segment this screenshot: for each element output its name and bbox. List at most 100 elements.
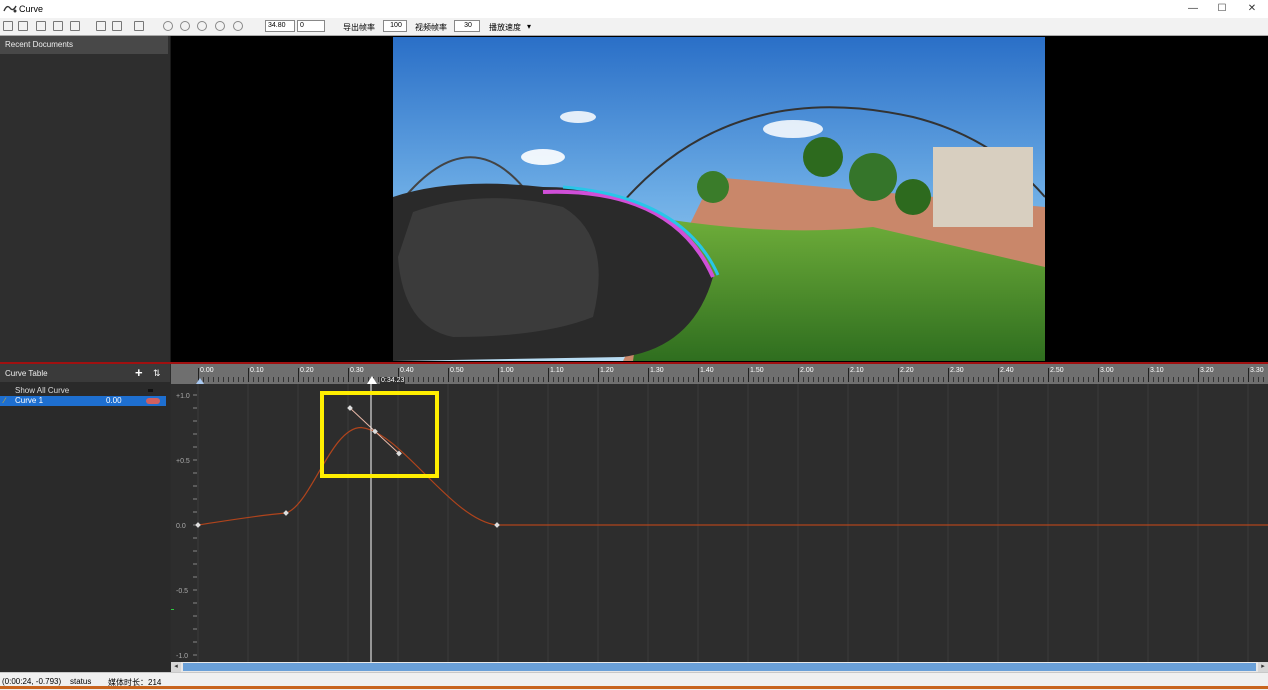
ruler-minor-tick	[1158, 377, 1159, 382]
time-input[interactable]: 34.80	[265, 20, 295, 32]
ruler-tick-label: 2.00	[800, 367, 814, 374]
playhead-handle-icon[interactable]	[367, 376, 377, 384]
ruler-minor-tick	[968, 377, 969, 382]
ruler-major-tick	[548, 368, 549, 382]
ruler-tick-label: 3.30	[1250, 367, 1264, 374]
ruler-minor-tick	[1058, 377, 1059, 382]
video-rate-label: 视频帧率	[415, 23, 447, 32]
ruler-minor-tick	[888, 377, 889, 382]
curve-table-header: Curve Table + ⇅	[0, 364, 170, 382]
stop-icon[interactable]	[163, 21, 173, 31]
scroll-left-icon[interactable]: ◂	[171, 662, 181, 672]
ruler-minor-tick	[1013, 377, 1014, 382]
ruler-minor-tick	[508, 377, 509, 382]
ruler-minor-tick	[608, 377, 609, 382]
maximize-button[interactable]: ☐	[1207, 2, 1237, 16]
ruler-major-tick	[598, 368, 599, 382]
ruler-minor-tick	[953, 377, 954, 382]
sort-curves-button[interactable]: ⇅	[153, 368, 161, 379]
ruler-minor-tick	[633, 377, 634, 382]
play-speed-label[interactable]: 播放速度	[489, 22, 521, 33]
open-file-icon[interactable]	[18, 21, 28, 31]
ruler-minor-tick	[868, 377, 869, 382]
curve-graph[interactable]: +1.0 +0.5 0.0 -0.5 -1.0	[171, 384, 1268, 662]
title-bar: Curve — ☐ ✕	[0, 0, 1268, 18]
add-curve-button[interactable]: +	[135, 365, 143, 380]
ruler-minor-tick	[908, 377, 909, 382]
horizontal-scrollbar[interactable]: ◂ ▸	[171, 662, 1268, 672]
curve-row[interactable]: ∕ Curve 1 0.00	[0, 396, 166, 406]
import-icon[interactable]	[36, 21, 46, 31]
scroll-right-icon[interactable]: ▸	[1258, 662, 1268, 672]
ruler-minor-tick	[1078, 377, 1079, 382]
curve-visibility-toggle-icon[interactable]	[146, 398, 160, 404]
ruler-minor-tick	[313, 377, 314, 382]
visibility-toggle-icon[interactable]	[148, 389, 153, 392]
ruler-minor-tick	[603, 377, 604, 382]
redo-icon[interactable]	[112, 21, 122, 31]
ruler-major-tick	[698, 368, 699, 382]
keyframe-point[interactable]	[494, 522, 500, 528]
ruler-minor-tick	[993, 377, 994, 382]
play-speed-dropdown-icon[interactable]: ▾	[527, 22, 531, 31]
y-axis-label: 0.0	[176, 523, 186, 530]
show-all-curve-label: Show All Curve	[15, 386, 70, 395]
export-all-icon[interactable]	[70, 21, 80, 31]
export-icon[interactable]	[53, 21, 63, 31]
ruler-minor-tick	[658, 377, 659, 382]
ruler-minor-tick	[763, 377, 764, 382]
ruler-minor-tick	[988, 377, 989, 382]
new-file-icon[interactable]	[3, 21, 13, 31]
ruler-tick-label: 1.20	[600, 367, 614, 374]
ruler-minor-tick	[853, 377, 854, 382]
ruler-minor-tick	[943, 377, 944, 382]
close-button[interactable]: ✕	[1237, 2, 1267, 16]
toolbar: 34.80 0 导出帧率 100 视频帧率 30 播放速度 ▾	[0, 18, 1268, 36]
ruler-minor-tick	[1033, 377, 1034, 382]
ruler-minor-tick	[318, 377, 319, 382]
ruler-tick-label: 0.40	[400, 367, 414, 374]
ruler-minor-tick	[228, 377, 229, 382]
keyframe-point[interactable]	[195, 522, 201, 528]
ruler-minor-tick	[563, 377, 564, 382]
recent-documents-header: Recent Documents	[0, 36, 168, 54]
ruler-minor-tick	[773, 377, 774, 382]
ruler-tick-label: 2.30	[950, 367, 964, 374]
ruler-minor-tick	[443, 377, 444, 382]
ruler-tick-label: 2.20	[900, 367, 914, 374]
next-frame-icon[interactable]	[233, 21, 243, 31]
ruler-minor-tick	[428, 377, 429, 382]
ruler-minor-tick	[423, 377, 424, 382]
scroll-thumb[interactable]	[183, 663, 1256, 671]
ruler-minor-tick	[1028, 377, 1029, 382]
ruler-minor-tick	[213, 377, 214, 382]
export-rate-input[interactable]: 100	[383, 20, 407, 32]
ruler-minor-tick	[478, 377, 479, 382]
window-title: Curve	[19, 4, 44, 14]
prev-frame-icon[interactable]	[180, 21, 190, 31]
minimize-button[interactable]: —	[1178, 2, 1208, 16]
ruler-major-tick	[848, 368, 849, 382]
ruler-major-tick	[648, 368, 649, 382]
video-rate-input[interactable]: 30	[454, 20, 480, 32]
ruler-minor-tick	[503, 377, 504, 382]
ruler-minor-tick	[558, 377, 559, 382]
ruler-minor-tick	[1023, 377, 1024, 382]
ruler-minor-tick	[1008, 377, 1009, 382]
pointer-icon[interactable]	[134, 21, 144, 31]
ruler-minor-tick	[753, 377, 754, 382]
ruler-tick-label: 2.10	[850, 367, 864, 374]
ruler-tick-label: 3.00	[1100, 367, 1114, 374]
frame-input[interactable]: 0	[297, 20, 325, 32]
video-preview	[171, 36, 1268, 362]
ruler-minor-tick	[678, 377, 679, 382]
undo-icon[interactable]	[96, 21, 106, 31]
play-icon[interactable]	[197, 21, 207, 31]
keyframe-point[interactable]	[283, 510, 289, 516]
curve-editor[interactable]: 0.00 0.10 0.20 0.30 0.40 0.50 1.00 1.10 1.20 1.30…	[171, 364, 1268, 672]
time-ruler[interactable]: 0.00 0.10 0.20 0.30 0.40 0.50 1.00 1.10 1.20 1.30…	[171, 364, 1268, 384]
show-all-curve-row[interactable]: Show All Curve	[0, 386, 166, 396]
pause-icon[interactable]	[215, 21, 225, 31]
ruler-minor-tick	[828, 377, 829, 382]
ruler-minor-tick	[1223, 377, 1224, 382]
